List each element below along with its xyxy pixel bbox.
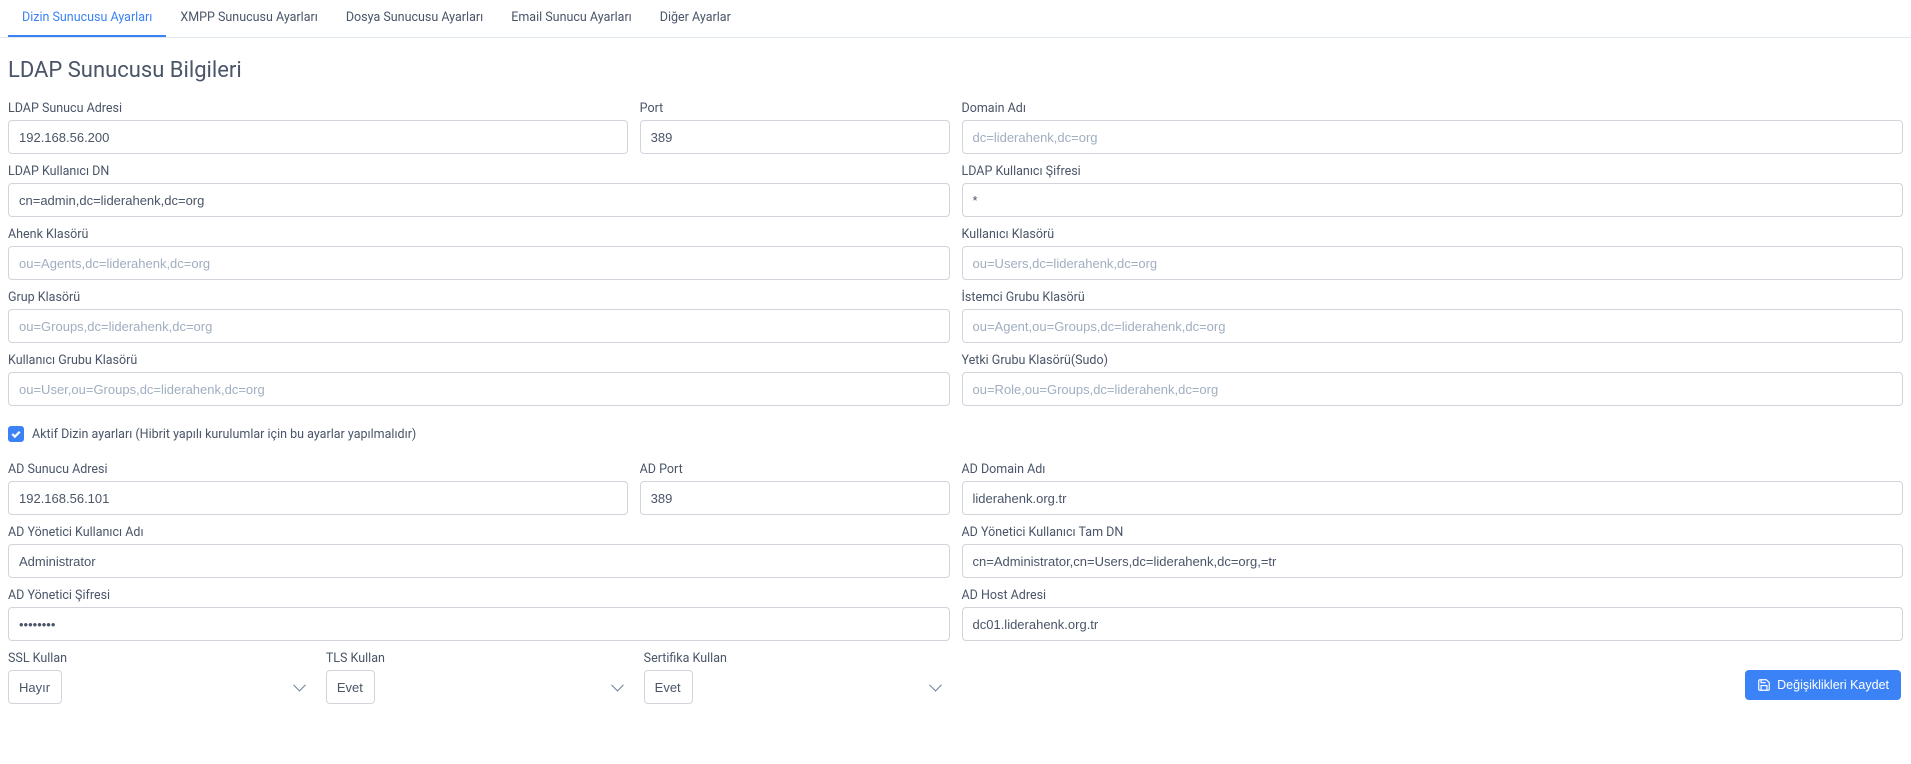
ahenk-folder-input[interactable] <box>8 246 950 280</box>
ldap-user-dn-label: LDAP Kullanıcı DN <box>8 164 950 179</box>
domain-name-label: Domain Adı <box>962 101 1904 116</box>
tabs-bar: Dizin Sunucusu Ayarları XMPP Sunucusu Ay… <box>0 0 1911 38</box>
group-folder-input[interactable] <box>8 309 950 343</box>
ldap-user-pass-input[interactable] <box>962 183 1904 217</box>
tls-use-label: TLS Kullan <box>326 651 632 666</box>
ad-admin-full-dn-label: AD Yönetici Kullanıcı Tam DN <box>962 525 1904 540</box>
ad-admin-user-input[interactable] <box>8 544 950 578</box>
ad-port-label: AD Port <box>640 462 950 477</box>
save-button[interactable]: Değişiklikleri Kaydet <box>1745 670 1901 700</box>
ahenk-folder-label: Ahenk Klasörü <box>8 227 950 242</box>
user-group-folder-label: Kullanıcı Grubu Klasörü <box>8 353 950 368</box>
ad-server-addr-input[interactable] <box>8 481 628 515</box>
user-folder-label: Kullanıcı Klasörü <box>962 227 1904 242</box>
tls-use-select[interactable]: Evet <box>326 670 375 704</box>
check-icon <box>10 428 22 440</box>
ssl-use-label: SSL Kullan <box>8 651 314 666</box>
save-button-label: Değişiklikleri Kaydet <box>1777 678 1889 692</box>
tab-file-server[interactable]: Dosya Sunucusu Ayarları <box>332 0 497 37</box>
ad-admin-full-dn-input[interactable] <box>962 544 1904 578</box>
ad-server-addr-label: AD Sunucu Adresi <box>8 462 628 477</box>
ad-port-input[interactable] <box>640 481 950 515</box>
sudo-group-folder-input[interactable] <box>962 372 1904 406</box>
user-folder-input[interactable] <box>962 246 1904 280</box>
sudo-group-folder-label: Yetki Grubu Klasörü(Sudo) <box>962 353 1904 368</box>
cert-use-label: Sertifika Kullan <box>644 651 950 666</box>
user-group-folder-input[interactable] <box>8 372 950 406</box>
tab-directory-server[interactable]: Dizin Sunucusu Ayarları <box>8 0 166 37</box>
ad-admin-pass-input[interactable] <box>8 607 950 641</box>
group-folder-label: Grup Klasörü <box>8 290 950 305</box>
domain-name-input[interactable] <box>962 120 1904 154</box>
ad-domain-input[interactable] <box>962 481 1904 515</box>
ldap-server-addr-label: LDAP Sunucu Adresi <box>8 101 628 116</box>
ad-admin-user-label: AD Yönetici Kullanıcı Adı <box>8 525 950 540</box>
page-title: LDAP Sunucusu Bilgileri <box>8 58 1903 83</box>
ad-host-addr-label: AD Host Adresi <box>962 588 1904 603</box>
port-input[interactable] <box>640 120 950 154</box>
tab-other-settings[interactable]: Diğer Ayarlar <box>646 0 745 37</box>
cert-use-select[interactable]: Evet <box>644 670 693 704</box>
client-group-folder-input[interactable] <box>962 309 1904 343</box>
ad-enable-checkbox[interactable] <box>8 426 24 442</box>
save-icon <box>1757 678 1771 692</box>
ldap-user-pass-label: LDAP Kullanıcı Şifresi <box>962 164 1904 179</box>
ad-host-addr-input[interactable] <box>962 607 1904 641</box>
ad-admin-pass-label: AD Yönetici Şifresi <box>8 588 950 603</box>
client-group-folder-label: İstemci Grubu Klasörü <box>962 290 1904 305</box>
tab-email-server[interactable]: Email Sunucu Ayarları <box>497 0 646 37</box>
ldap-server-addr-input[interactable] <box>8 120 628 154</box>
ad-domain-label: AD Domain Adı <box>962 462 1904 477</box>
ldap-user-dn-input[interactable] <box>8 183 950 217</box>
port-label: Port <box>640 101 950 116</box>
ad-enable-label: Aktif Dizin ayarları (Hibrit yapılı kuru… <box>32 427 416 442</box>
tab-xmpp-server[interactable]: XMPP Sunucusu Ayarları <box>166 0 331 37</box>
ssl-use-select[interactable]: Hayır <box>8 670 62 704</box>
